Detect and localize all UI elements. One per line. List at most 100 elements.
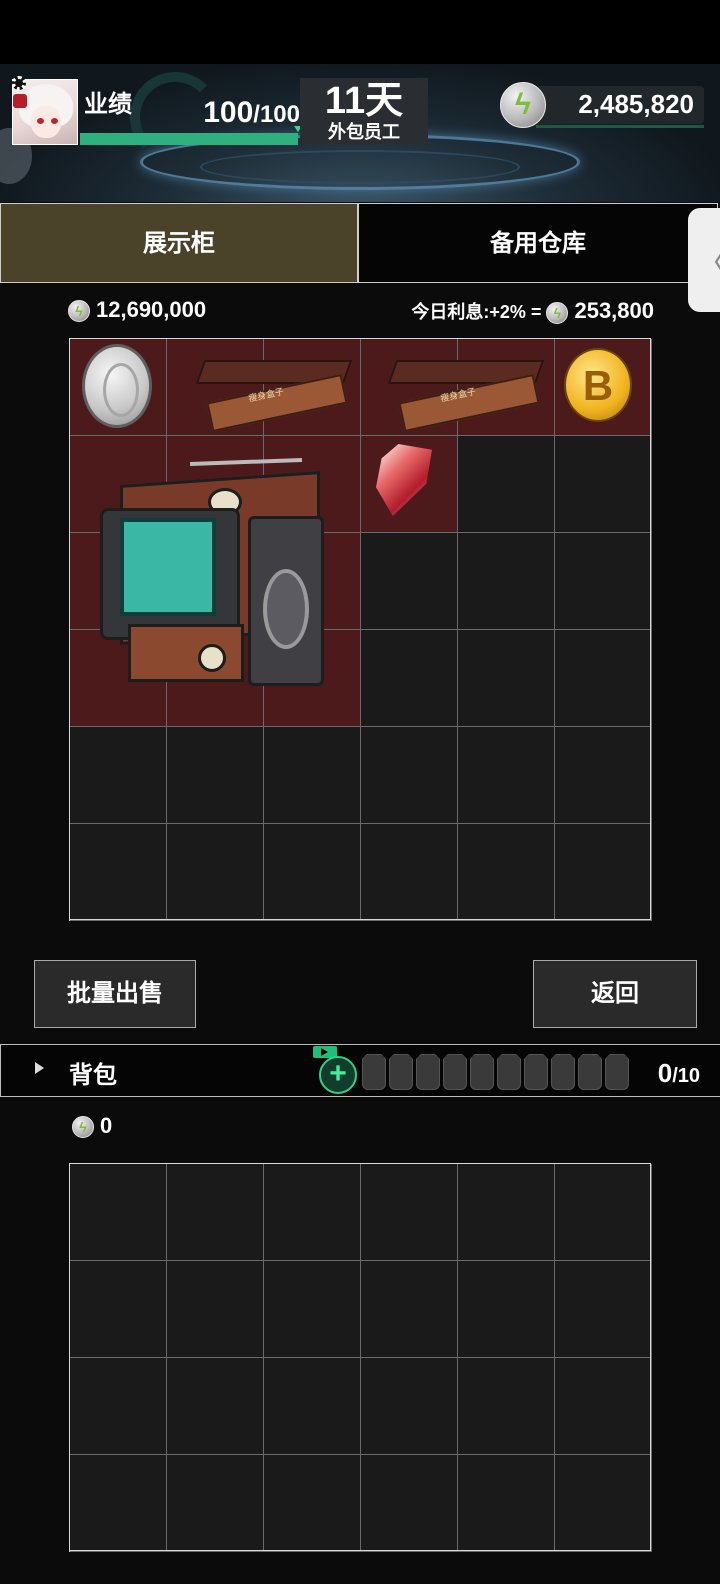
chevron-left-icon: 〈 [696, 238, 720, 284]
tab-display-cabinet[interactable]: 展示柜 [0, 203, 358, 283]
avatar-ribbon [13, 94, 27, 108]
grid-cell[interactable] [458, 630, 555, 727]
grid-cell[interactable] [264, 1261, 361, 1358]
grid-cell[interactable] [555, 630, 652, 727]
day-count: 11天 [324, 80, 404, 122]
add-slot-button[interactable]: + [319, 1056, 357, 1094]
grid-cell[interactable] [458, 436, 555, 533]
day-counter: 11天 外包员工 [300, 78, 428, 144]
grid-cell[interactable] [458, 1455, 555, 1552]
currency-amount: 2,485,820 [578, 89, 694, 119]
back-button[interactable]: 返回 [533, 960, 697, 1028]
grid-cell[interactable] [458, 1164, 555, 1261]
grid-cell[interactable] [264, 1358, 361, 1455]
grid-cell[interactable] [361, 824, 458, 921]
empty-slot-icon [362, 1054, 386, 1090]
grid-cell[interactable] [555, 1164, 652, 1261]
performance-value: 100/100 [176, 96, 300, 130]
wooden-box-icon[interactable]: 瘦身盒子 [192, 346, 356, 433]
bulk-sell-button[interactable]: 批量出售 [34, 960, 196, 1028]
grid-cell[interactable] [167, 1261, 264, 1358]
performance-current: 100 [203, 96, 254, 129]
backpack-capacity: /10 [672, 1065, 700, 1087]
tv-lower-panel [128, 624, 244, 682]
wooden-box-icon[interactable]: 瘦身盒子 [384, 346, 548, 433]
avatar-eye-right [51, 118, 58, 124]
empty-slot-icon [416, 1054, 440, 1090]
grid-cell[interactable] [264, 1455, 361, 1552]
tab-backup-warehouse[interactable]: 备用仓库 [358, 203, 718, 283]
grid-cell[interactable] [264, 727, 361, 824]
grid-cell[interactable] [458, 1358, 555, 1455]
grid-cell[interactable] [70, 824, 167, 921]
grid-cell[interactable] [361, 533, 458, 630]
grid-cell[interactable] [167, 727, 264, 824]
tv-knob [198, 644, 226, 672]
grid-cell[interactable] [361, 1358, 458, 1455]
currency-display: 2,485,820 [536, 86, 704, 128]
grid-cell[interactable] [167, 1358, 264, 1455]
cabinet-total: ϟ 12,690,000 [68, 297, 206, 323]
grid-cell[interactable] [264, 1164, 361, 1261]
grid-cell[interactable] [555, 436, 652, 533]
empty-slot-icon [497, 1054, 521, 1090]
daily-interest: 今日利息:+2% = ϟ 253,800 [411, 298, 654, 325]
interest-label: 今日利息:+2% = [411, 302, 542, 322]
retro-tv-icon[interactable] [98, 456, 330, 692]
grid-cell[interactable] [70, 1358, 167, 1455]
grid-cell[interactable] [361, 1261, 458, 1358]
grid-cell[interactable] [264, 824, 361, 921]
grid-cell[interactable] [458, 533, 555, 630]
grid-cell[interactable] [458, 824, 555, 921]
grid-cell[interactable] [70, 1455, 167, 1552]
empty-slot-icon [470, 1054, 494, 1090]
grid-cell[interactable] [70, 1164, 167, 1261]
grid-cell[interactable] [555, 1455, 652, 1552]
performance-progress-bar [80, 133, 298, 145]
grid-cell[interactable] [167, 1455, 264, 1552]
cabinet-total-amount: 12,690,000 [96, 297, 207, 322]
backpack-title: 背包 [69, 1062, 117, 1089]
side-panel-toggle[interactable]: 〈 [688, 208, 720, 312]
energy-coin-icon: ϟ [500, 82, 546, 128]
energy-coin-icon: ϟ [72, 1116, 94, 1139]
settings-gear-icon[interactable] [12, 76, 26, 90]
grid-cell[interactable] [458, 1261, 555, 1358]
grid-cell[interactable] [70, 727, 167, 824]
energy-coin-icon: ϟ [546, 302, 569, 325]
grid-cell[interactable] [167, 1164, 264, 1261]
backpack-slot-indicators [362, 1054, 629, 1090]
empty-slot-icon [551, 1054, 575, 1090]
hud-ring-inner-decoration [200, 150, 520, 184]
silver-coin-icon[interactable] [82, 344, 152, 428]
grid-cell[interactable] [555, 533, 652, 630]
grid-cell[interactable] [555, 727, 652, 824]
backpack-count: 0/10 [658, 1058, 700, 1089]
avatar-eye-left [37, 118, 44, 124]
tv-speaker [263, 569, 309, 649]
empty-slot-icon [389, 1054, 413, 1090]
empty-slot-icon [524, 1054, 548, 1090]
empty-slot-icon [578, 1054, 602, 1090]
grid-cell[interactable] [70, 1261, 167, 1358]
grid-cell[interactable] [361, 727, 458, 824]
empty-slot-icon [605, 1054, 629, 1090]
empty-slot-icon [443, 1054, 467, 1090]
expand-arrow-icon[interactable] [35, 1062, 44, 1074]
tv-screen [120, 518, 216, 616]
performance-progress-fill [80, 133, 298, 145]
currency-underline [536, 125, 704, 128]
grid-cell[interactable] [361, 1455, 458, 1552]
performance-label: 业绩 [84, 91, 132, 118]
grid-cell[interactable] [361, 1164, 458, 1261]
tv-side [248, 516, 324, 686]
backpack-grid[interactable] [69, 1163, 652, 1552]
grid-cell[interactable] [555, 1261, 652, 1358]
grid-cell[interactable] [555, 1358, 652, 1455]
bitcoin-icon[interactable]: B [564, 348, 632, 422]
status-bar [0, 0, 720, 64]
grid-cell[interactable] [167, 824, 264, 921]
grid-cell[interactable] [555, 824, 652, 921]
grid-cell[interactable] [361, 630, 458, 727]
grid-cell[interactable] [458, 727, 555, 824]
